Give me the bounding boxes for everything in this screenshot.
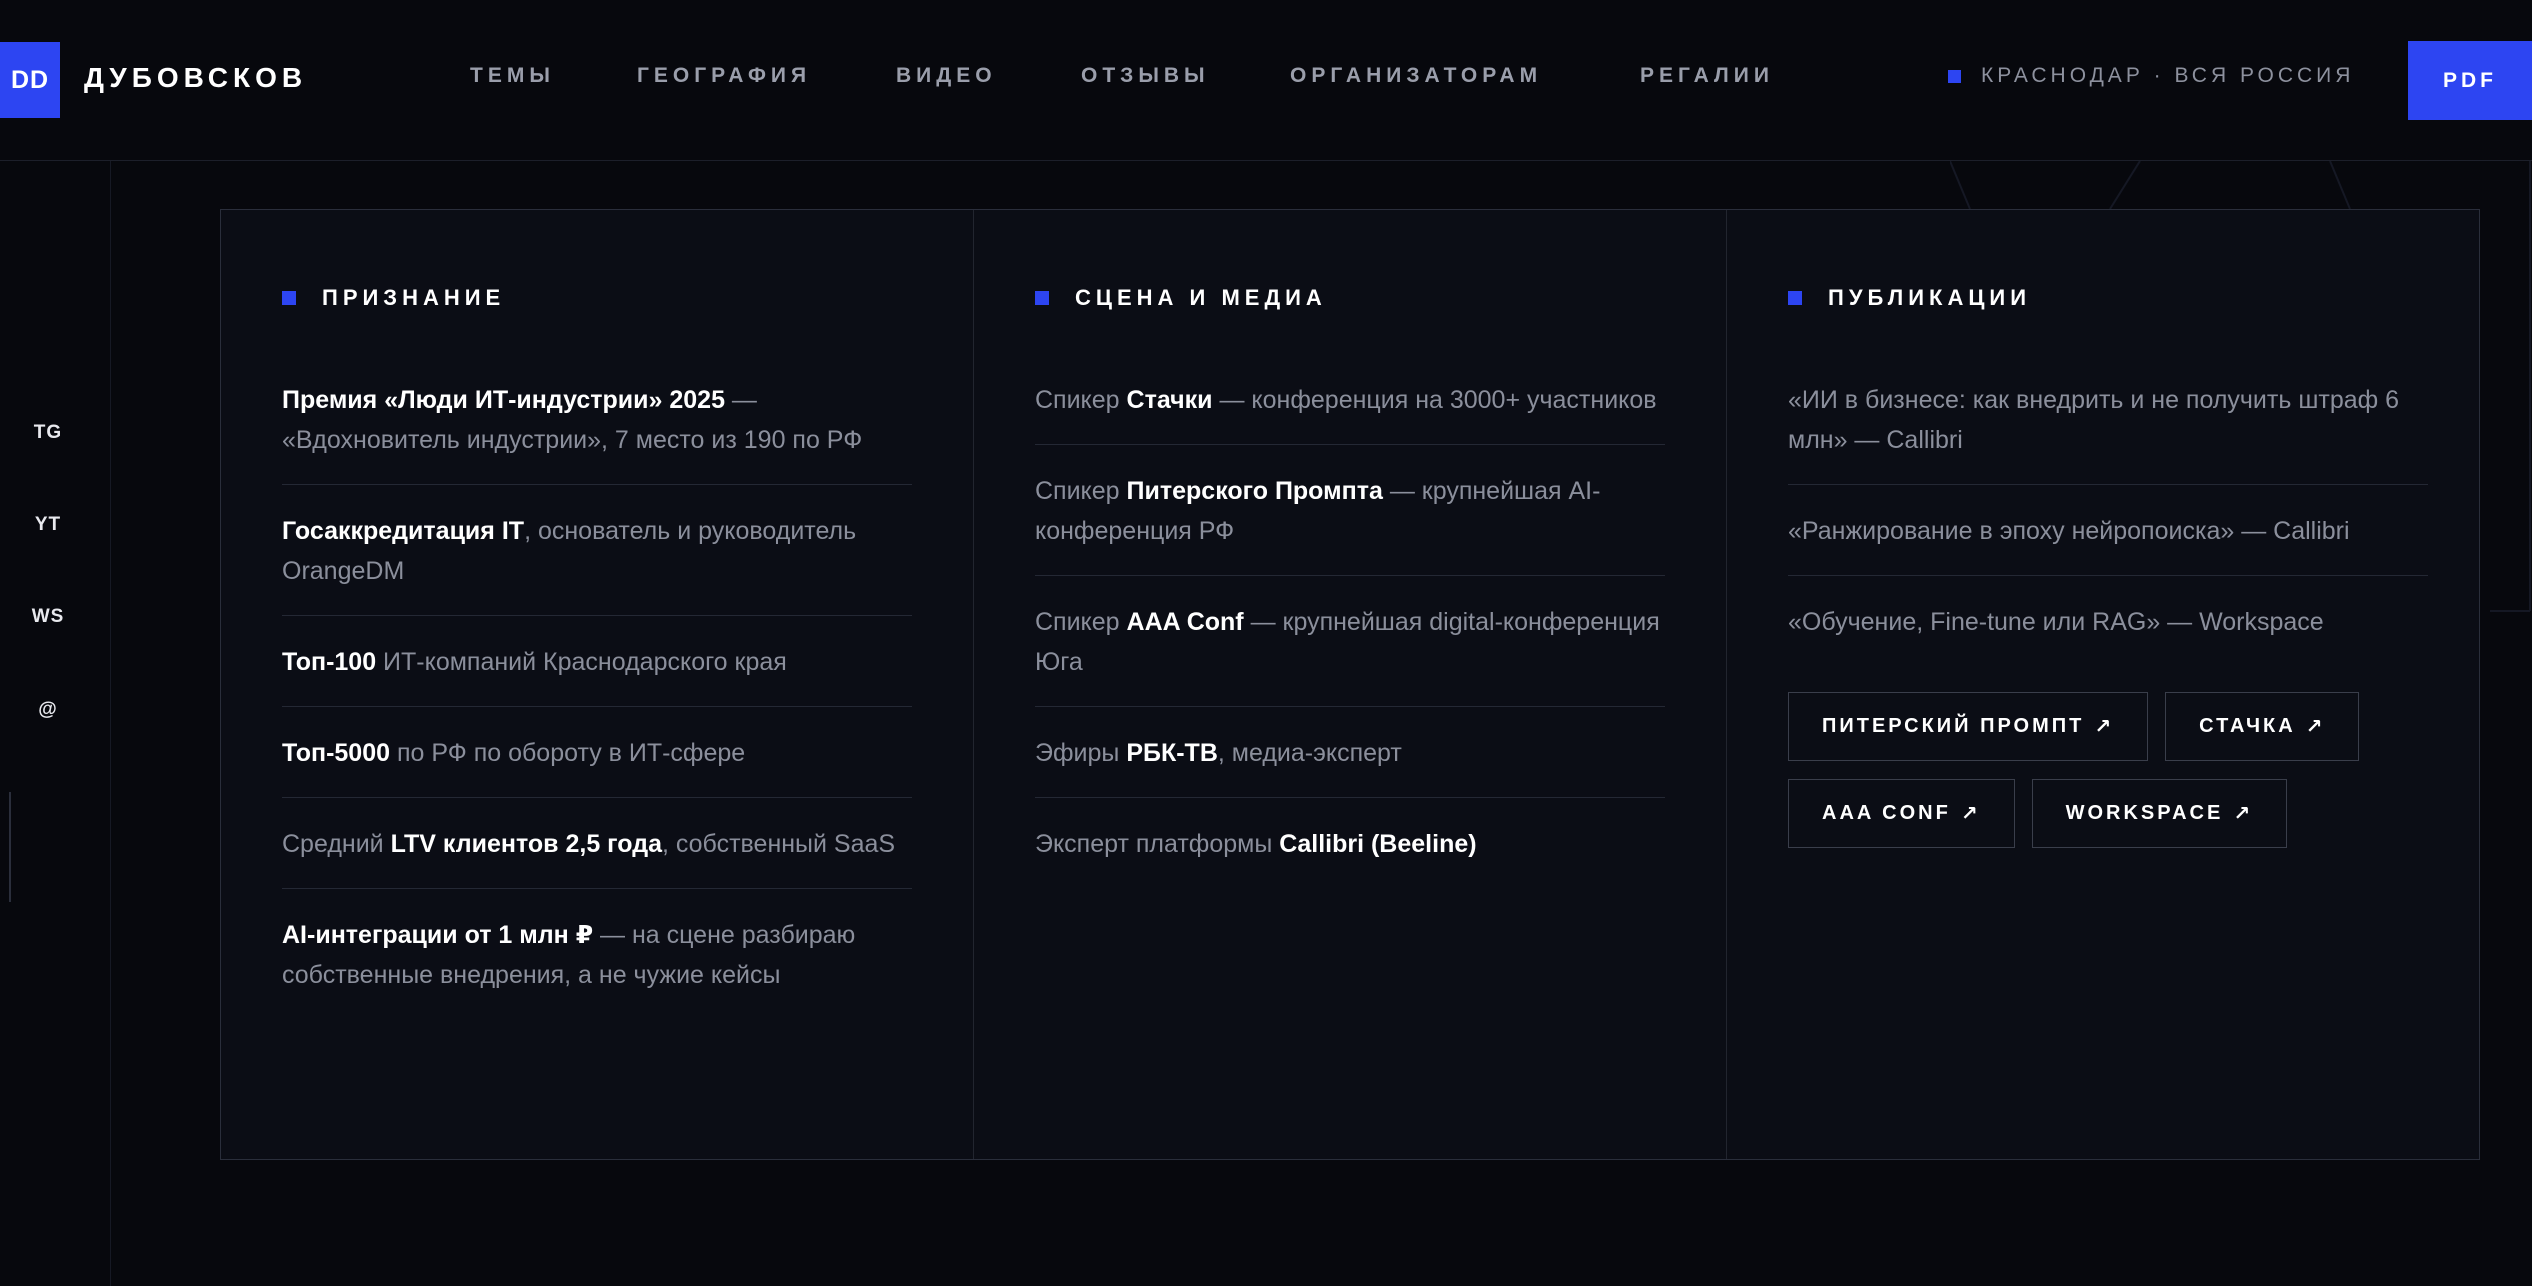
list-item: «Ранжирование в эпоху нейропоиска» — Cal… [1788,511,2428,576]
entry-text: «Ранжирование в эпоху нейропоиска» — Cal… [1788,517,2350,545]
logo-mark[interactable]: DD [0,42,60,118]
entry-highlight: РБК-ТВ [1126,739,1218,767]
entry-list: «ИИ в бизнесе: как внедрить и не получит… [1788,380,2428,666]
list-item: Топ-100 ИТ-компаний Краснодарского края [282,642,912,707]
bullet-square-icon [282,291,296,305]
list-item: «Обучение, Fine-tune или RAG» — Workspac… [1788,602,2428,666]
entry-highlight: Стачки [1126,386,1213,414]
geo-marker-icon [1948,69,1961,83]
button-label: AAA CONF [1822,802,1951,824]
social-email-link[interactable]: @ [0,699,96,721]
social-workspace-link[interactable]: WS [0,606,96,628]
geo-label: КРАСНОДАР · ВСЯ РОССИЯ [1948,64,2354,88]
column-recognition: ПРИЗНАНИЕ Премия «Люди ИТ-индустрии» 202… [221,210,974,1159]
rail-divider [110,161,111,1286]
list-item: Премия «Люди ИТ-индустрии» 2025 — «Вдохн… [282,380,912,485]
button-label: СТАЧКА [2199,715,2296,737]
nav-item-geography[interactable]: ГЕОГРАФИЯ [637,64,811,88]
social-youtube-link[interactable]: YT [0,514,96,536]
entry-highlight: LTV клиентов 2,5 года [390,830,662,858]
site-header: DD ДУБОВСКОВ ТЕМЫ ГЕОГРАФИЯ ВИДЕО ОТЗЫВЫ… [0,0,2532,161]
entry-text: Средний [282,830,391,858]
column-heading: СЦЕНА И МЕДИА [1035,284,1665,312]
entry-highlight: AAA Conf [1126,608,1244,636]
entry-highlight: Госаккредитация IT [282,517,525,545]
list-item: Спикер AAA Conf — крупнейшая digital-кон… [1035,602,1665,707]
entry-text: Спикер [1035,477,1127,505]
external-arrow-icon: ↗ [2094,716,2115,738]
entry-text: «Обучение, Fine-tune или RAG» — Workspac… [1788,608,2324,636]
list-item: AI-интеграции от 1 млн ₽ — на сцене разб… [282,915,912,1019]
pdf-button[interactable]: PDF [2408,41,2532,120]
list-item: Топ-5000 по РФ по обороту в ИТ-сфере [282,733,912,798]
entry-text: «ИИ в бизнесе: как внедрить и не получит… [1788,386,2400,454]
list-item: Госаккредитация IT, основатель и руковод… [282,511,912,616]
geo-text: КРАСНОДАР · ВСЯ РОССИЯ [1981,64,2355,87]
list-item: Спикер Стачки — конференция на 3000+ уча… [1035,380,1665,445]
entry-text: Эфиры [1035,739,1127,767]
nav-item-reviews[interactable]: ОТЗЫВЫ [1081,64,1210,88]
list-item: Эфиры РБК-ТВ, медиа-эксперт [1035,733,1665,798]
social-telegram-link[interactable]: TG [0,422,96,444]
publication-links: ПИТЕРСКИЙ ПРОМПТ ↗ СТАЧКА ↗ AAA CONF ↗ WORKSPA… [1788,692,2428,848]
publication-link-button[interactable]: ПИТЕРСКИЙ ПРОМПТ ↗ [1788,692,2149,761]
list-item: Средний LTV клиентов 2,5 года, собственн… [282,824,912,889]
logo-name[interactable]: ДУБОВСКОВ [84,62,307,94]
publication-link-button[interactable]: AAA CONF ↗ [1788,779,2015,848]
scroll-indicator [9,792,11,902]
list-item: Спикер Питерского Промпта — крупнейшая A… [1035,471,1665,576]
column-title: ПУБЛИКАЦИИ [1828,285,2032,310]
nav-item-organizers[interactable]: ОРГАНИЗАТОРАМ [1290,64,1542,88]
entry-list: Спикер Стачки — конференция на 3000+ уча… [1035,380,1665,888]
nav-item-video[interactable]: ВИДЕО [896,64,997,88]
column-heading: ПУБЛИКАЦИИ [1788,284,2428,312]
button-label: ПИТЕРСКИЙ ПРОМПТ [1822,715,2085,737]
column-heading: ПРИЗНАНИЕ [282,284,912,312]
entry-text: Спикер [1035,386,1127,414]
entry-text: Спикер [1035,608,1127,636]
nav-item-topics[interactable]: ТЕМЫ [470,64,555,88]
column-publications: ПУБЛИКАЦИИ «ИИ в бизнесе: как внедрить и… [1727,210,2489,1159]
entry-text: — конференция на 3000+ участников [1212,386,1657,414]
bullet-square-icon [1788,291,1802,305]
entry-text: , медиа-эксперт [1217,739,1402,767]
bullet-square-icon [1035,291,1049,305]
list-item: Эксперт платформы Callibri (Beeline) [1035,824,1665,888]
entry-highlight: Премия «Люди ИТ-индустрии» 2025 [282,386,725,414]
list-item: «ИИ в бизнесе: как внедрить и не получит… [1788,380,2428,485]
nav-item-regalia[interactable]: РЕГАЛИИ [1640,64,1774,88]
entry-text: по РФ по обороту в ИТ-сфере [390,739,746,767]
column-title: ПРИЗНАНИЕ [322,285,506,310]
publication-link-button[interactable]: СТАЧКА ↗ [2165,692,2360,761]
external-arrow-icon: ↗ [1960,803,1981,825]
entry-text: Эксперт платформы [1035,830,1280,858]
entry-highlight: Callibri (Beeline) [1279,830,1477,858]
entry-highlight: Питерского Промпта [1126,477,1383,505]
entry-list: Премия «Люди ИТ-индустрии» 2025 — «Вдохн… [282,380,912,1019]
entry-highlight: Топ-100 [282,648,377,676]
regalia-panel: ПРИЗНАНИЕ Премия «Люди ИТ-индустрии» 202… [220,209,2480,1160]
column-title: СЦЕНА И МЕДИА [1075,285,1327,310]
column-stage-media: СЦЕНА И МЕДИА Спикер Стачки — конференци… [974,210,1727,1159]
entry-text: , собственный SaaS [661,830,896,858]
entry-highlight: AI-интеграции от 1 млн ₽ [282,921,594,949]
publication-link-button[interactable]: WORKSPACE ↗ [2031,779,2288,848]
entry-text: ИТ-компаний Краснодарского края [376,648,787,676]
external-arrow-icon: ↗ [2305,716,2326,738]
entry-highlight: Топ-5000 [282,739,391,767]
button-label: WORKSPACE [2065,802,2224,824]
external-arrow-icon: ↗ [2233,803,2254,825]
